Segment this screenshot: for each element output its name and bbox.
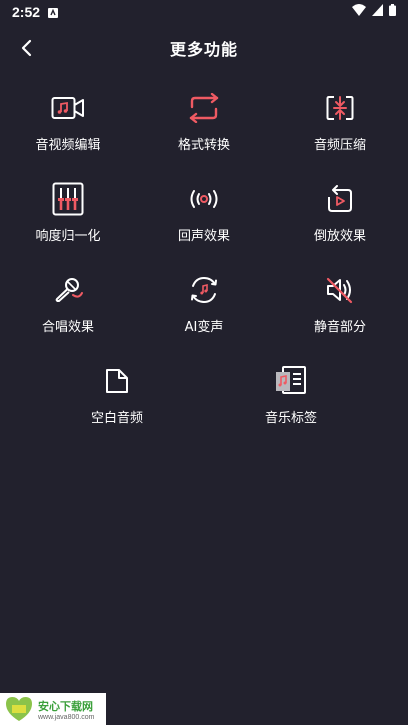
feature-music-tag[interactable]: 音乐标签: [204, 353, 378, 444]
watermark-main: 安心下载网: [38, 699, 93, 713]
feature-blank-audio[interactable]: 空白音频: [30, 353, 204, 444]
feature-format-convert[interactable]: 格式转换: [136, 80, 272, 171]
feature-label: 音视频编辑: [35, 138, 101, 153]
feature-echo-effect[interactable]: 回声效果: [136, 171, 272, 262]
feature-label: 格式转换: [177, 138, 230, 153]
equalizer-icon: [48, 179, 88, 219]
feature-label: 回声效果: [177, 229, 230, 244]
watermark-url: www.java800.com: [38, 713, 95, 721]
watermark-text: 安心下载网 www.java800.com: [38, 698, 94, 721]
chevron-left-icon: [21, 39, 32, 57]
music-tag-icon: [271, 361, 311, 401]
feature-av-edit[interactable]: 音视频编辑: [0, 80, 136, 171]
feature-row: 音视频编辑 格式转换 音频压缩: [0, 80, 408, 171]
status-bar: 2:52: [0, 0, 408, 24]
echo-icon: [184, 179, 224, 219]
ai-voice-icon: [184, 270, 224, 310]
feature-row: 合唱效果 AI变声 静音部分: [0, 262, 408, 353]
feature-audio-compress[interactable]: 音频压缩: [272, 80, 408, 171]
feature-label: 空白音频: [90, 411, 143, 426]
feature-reverse-effect[interactable]: 倒放效果: [272, 171, 408, 262]
status-icons: [352, 4, 396, 20]
feature-label: 倒放效果: [313, 229, 366, 244]
feature-label: 音频压缩: [313, 138, 366, 153]
wifi-icon: [352, 4, 366, 20]
feature-mute-section[interactable]: 静音部分: [272, 262, 408, 353]
video-music-icon: [48, 88, 88, 128]
feature-chorus-effect[interactable]: 合唱效果: [0, 262, 136, 353]
repeat-icon: [184, 88, 224, 128]
feature-label: 静音部分: [313, 320, 366, 335]
feature-ai-voice-change[interactable]: AI变声: [136, 262, 272, 353]
watermark-badge: 安心下载网 www.java800.com: [0, 693, 106, 725]
nav-bar: 更多功能: [0, 28, 408, 68]
watermark-logo-icon: [4, 695, 34, 723]
compress-icon: [320, 88, 360, 128]
signal-icon: [372, 4, 383, 20]
feature-grid: 音视频编辑 格式转换 音频压缩 响度归一化 回声效果 倒放效果 合唱效果 AI变…: [0, 80, 408, 444]
blank-file-icon: [97, 361, 137, 401]
page-title: 更多功能: [169, 40, 238, 59]
reverse-play-icon: [320, 179, 360, 219]
mute-icon: [320, 270, 360, 310]
feature-loudness-normalize[interactable]: 响度归一化: [0, 171, 136, 262]
feature-label: 响度归一化: [35, 229, 101, 244]
feature-label: 音乐标签: [264, 411, 317, 426]
feature-row: 空白音频 音乐标签: [0, 353, 408, 444]
feature-label: 合唱效果: [41, 320, 94, 335]
battery-icon: [389, 4, 396, 20]
feature-label: AI变声: [184, 320, 224, 335]
status-time: 2:52: [12, 4, 41, 20]
back-button[interactable]: [12, 34, 40, 62]
notification-icon: [48, 7, 59, 18]
microphone-icon: [48, 270, 88, 310]
feature-row: 响度归一化 回声效果 倒放效果: [0, 171, 408, 262]
